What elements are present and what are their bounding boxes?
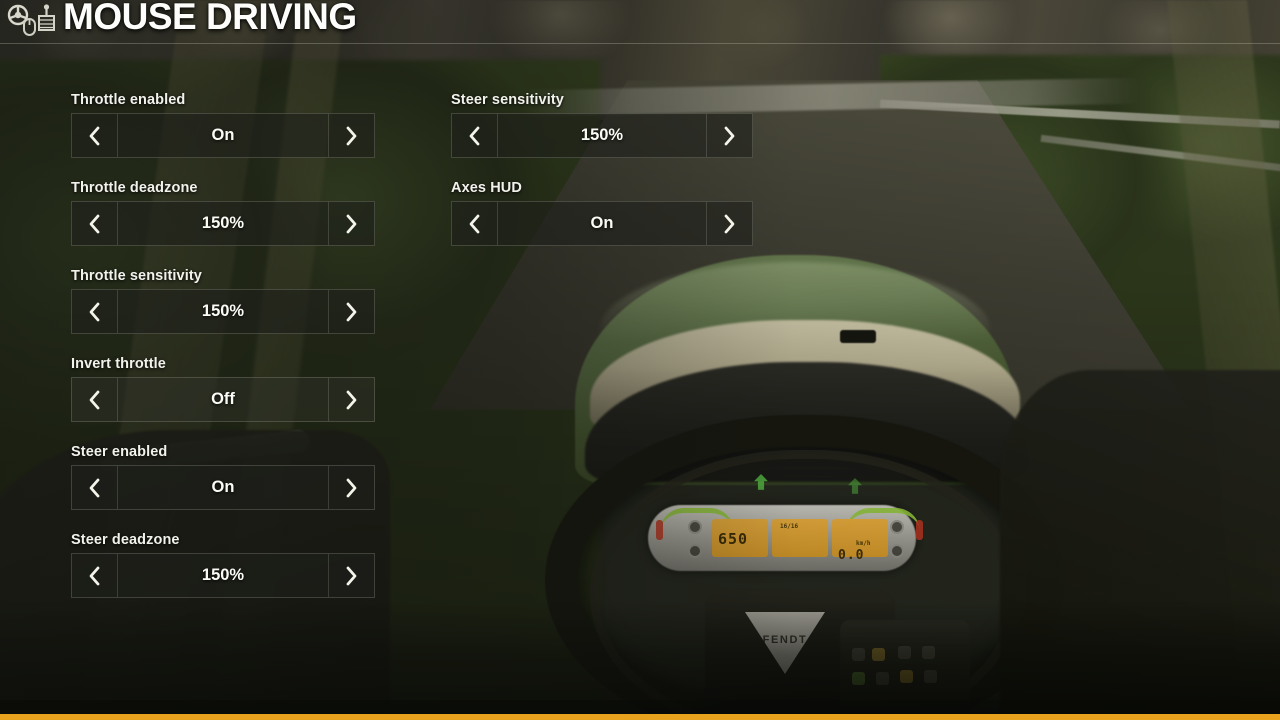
chevron-right-icon[interactable] — [328, 114, 374, 157]
chevron-left-icon[interactable] — [72, 554, 118, 597]
chevron-left-icon[interactable] — [72, 114, 118, 157]
page-header: MOUSE DRIVING — [0, 0, 1280, 44]
setting-control-row[interactable]: On — [451, 201, 753, 246]
chevron-left-icon[interactable] — [72, 290, 118, 333]
chevron-right-icon[interactable] — [328, 378, 374, 421]
setting-label: Steer deadzone — [71, 532, 180, 548]
chevron-right-icon[interactable] — [328, 466, 374, 509]
setting-label: Steer sensitivity — [451, 92, 564, 108]
setting-throttle-enabled: Throttle enabled On — [71, 92, 375, 158]
setting-control-row[interactable]: 150% — [71, 201, 375, 246]
setting-label: Throttle deadzone — [71, 180, 198, 196]
header-divider — [0, 43, 1280, 44]
steering-wheel-hub-icon — [14, 11, 22, 19]
setting-label: Throttle enabled — [71, 92, 186, 108]
setting-label: Steer enabled — [71, 444, 168, 460]
chevron-left-icon[interactable] — [72, 202, 118, 245]
chevron-left-icon[interactable] — [72, 378, 118, 421]
setting-value: Off — [211, 390, 235, 408]
setting-value: 150% — [201, 214, 245, 232]
setting-control-row[interactable]: 150% — [71, 553, 375, 598]
chevron-left-icon[interactable] — [452, 202, 498, 245]
setting-label: Throttle sensitivity — [71, 268, 202, 284]
chevron-left-icon[interactable] — [452, 114, 498, 157]
setting-value: On — [211, 478, 235, 496]
setting-control-row[interactable]: On — [71, 465, 375, 510]
setting-steer-sensitivity: Steer sensitivity 150% — [451, 92, 753, 158]
setting-steer-deadzone: Steer deadzone 150% — [71, 532, 375, 598]
chevron-right-icon[interactable] — [328, 202, 374, 245]
setting-steer-enabled: Steer enabled On — [71, 444, 375, 510]
joystick-icon — [38, 4, 55, 31]
setting-value: 150% — [201, 302, 245, 320]
setting-axes-hud: Axes HUD On — [451, 180, 753, 246]
setting-control-row[interactable]: On — [71, 113, 375, 158]
chevron-right-icon[interactable] — [328, 554, 374, 597]
settings-column-left: Throttle enabled On Throttle deadzone 15… — [71, 92, 375, 620]
chevron-right-icon[interactable] — [328, 290, 374, 333]
chevron-right-icon[interactable] — [706, 202, 752, 245]
mouse-icon — [23, 18, 36, 36]
setting-value: On — [590, 214, 614, 232]
header-icon-group — [6, 4, 58, 40]
footer-shade — [0, 700, 1280, 714]
setting-throttle-deadzone: Throttle deadzone 150% — [71, 180, 375, 246]
setting-value: 150% — [580, 126, 624, 144]
settings-column-right: Steer sensitivity 150% Axes HUD On — [451, 92, 753, 268]
setting-label: Invert throttle — [71, 356, 166, 372]
setting-control-row[interactable]: 150% — [71, 289, 375, 334]
setting-label: Axes HUD — [451, 180, 522, 196]
setting-control-row[interactable]: 150% — [451, 113, 753, 158]
header-icons-svg — [7, 4, 55, 36]
chevron-right-icon[interactable] — [706, 114, 752, 157]
page-title: MOUSE DRIVING — [63, 0, 357, 37]
setting-throttle-sensitivity: Throttle sensitivity 150% — [71, 268, 375, 334]
setting-control-row[interactable]: Off — [71, 377, 375, 422]
setting-value: 150% — [201, 566, 245, 584]
game-screen: FENDT 650 16/16 km/h 0.0 — [0, 0, 1280, 720]
chevron-left-icon[interactable] — [72, 466, 118, 509]
setting-invert-throttle: Invert throttle Off — [71, 356, 375, 422]
setting-value: On — [211, 126, 235, 144]
footer-accent-bar — [0, 714, 1280, 720]
